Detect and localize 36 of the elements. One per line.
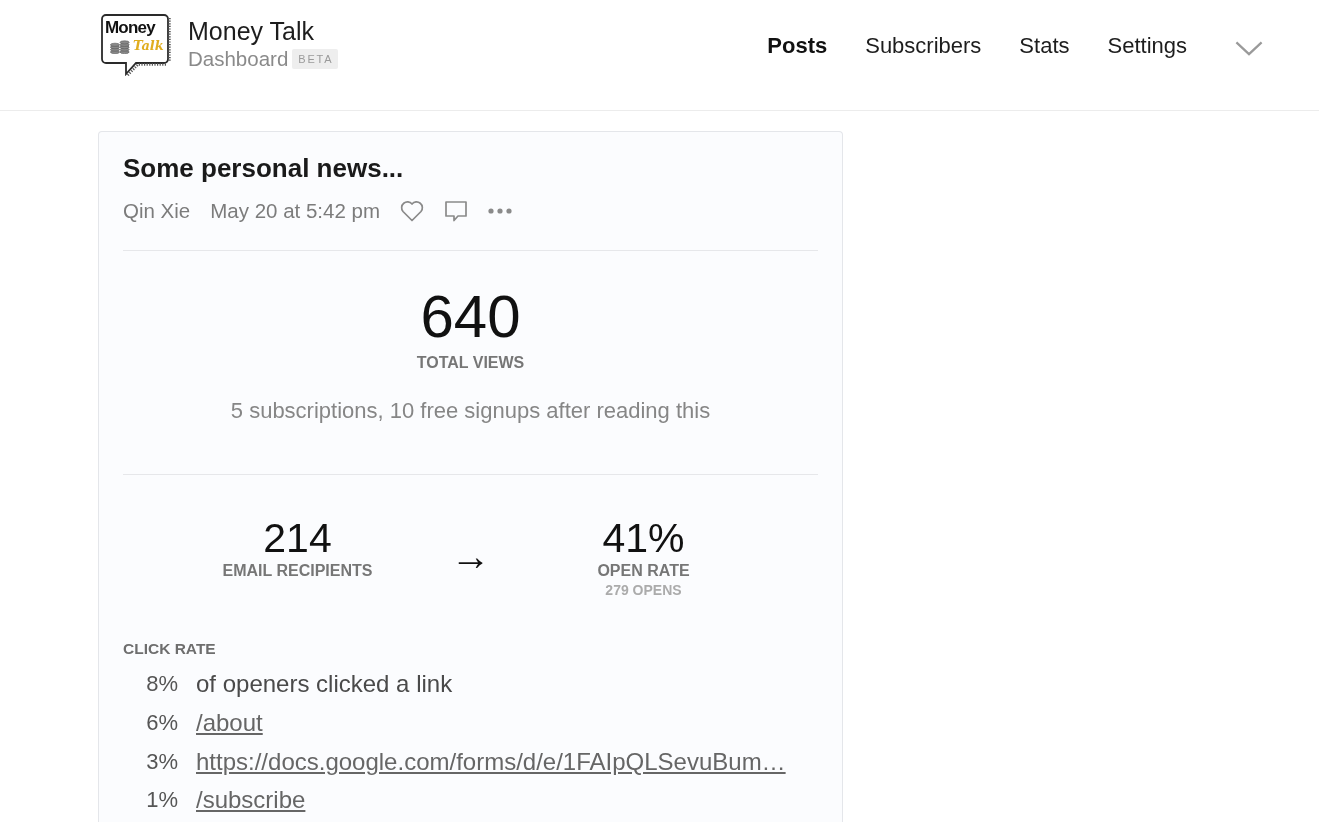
flow-arrow: → bbox=[449, 536, 492, 576]
comment-icon[interactable] bbox=[444, 200, 469, 222]
email-recipients-label: EMAIL RECIPIENTS bbox=[222, 561, 373, 581]
nav-tab[interactable]: Posts bbox=[767, 34, 828, 58]
click-percent: 6% bbox=[145, 710, 178, 737]
open-rate-label: OPEN RATE bbox=[597, 561, 690, 581]
speech-bubble-logo bbox=[100, 12, 172, 76]
click-summary: of openers clicked a link bbox=[196, 670, 453, 699]
click-percent: 1% bbox=[145, 787, 178, 814]
beta-badge: BETA bbox=[292, 48, 339, 69]
heart-icon[interactable] bbox=[400, 200, 425, 222]
open-rate-value: 41% bbox=[602, 515, 685, 561]
post-title: Some personal news... bbox=[123, 153, 405, 183]
total-views-label: TOTAL VIEWS bbox=[416, 353, 525, 373]
nav-tab[interactable]: Settings bbox=[1107, 34, 1187, 58]
click-percent: 3% bbox=[145, 748, 178, 775]
coin-stacks-icon bbox=[110, 40, 130, 54]
email-recipients-count: 214 bbox=[263, 515, 332, 561]
chevron-down-icon[interactable] bbox=[1235, 40, 1263, 56]
link[interactable]: /about bbox=[196, 709, 263, 738]
more-icon[interactable] bbox=[488, 208, 513, 214]
site-title: Money Talk bbox=[188, 16, 315, 46]
click-percent: 8% bbox=[145, 671, 178, 698]
click-rate-heading: CLICK RATE bbox=[123, 639, 217, 659]
nav-tab[interactable]: Stats bbox=[1019, 34, 1070, 58]
post-author: Qin Xie bbox=[123, 198, 191, 224]
post-date: May 20 at 5:42 pm bbox=[210, 198, 381, 224]
logo-script-word: Talk bbox=[133, 38, 164, 54]
link[interactable]: /subscribe bbox=[196, 786, 306, 815]
link[interactable]: https://docs.google.com/forms/d/e/1FAIpQLSevuBum… bbox=[196, 747, 786, 776]
logo-wordmark: Money bbox=[105, 19, 155, 37]
total-views-count: 640 bbox=[420, 286, 521, 348]
nav-tab[interactable]: Subscribers bbox=[865, 34, 982, 58]
signups-summary: 5 subscriptions, 10 free signups after reading this bbox=[230, 398, 711, 424]
dashboard-subtitle: Dashboard bbox=[188, 46, 289, 71]
opens-count: 279 OPENS bbox=[605, 581, 682, 599]
